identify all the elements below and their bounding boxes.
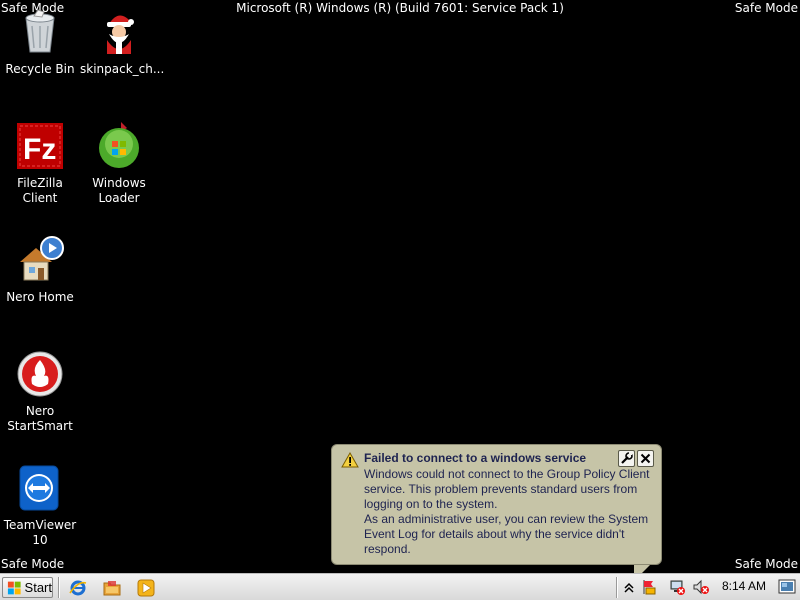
balloon-title: Failed to connect to a windows service (364, 451, 587, 465)
teamviewer-icon (16, 464, 64, 512)
nero-home-icon (16, 236, 64, 284)
media-player-icon[interactable] (137, 579, 155, 597)
taskbar: Start 8:14 AM (0, 573, 800, 600)
warning-icon (341, 451, 359, 468)
volume-muted-icon[interactable] (693, 579, 709, 595)
desktop-icon-label: Recycle Bin (5, 62, 75, 76)
tray-separator (616, 577, 617, 598)
desktop-icon-label: Nero Home (6, 290, 74, 304)
desktop-icon-windows-loader[interactable]: Windows Loader (80, 122, 158, 206)
action-center-icon[interactable] (640, 579, 656, 595)
desktop-icon-skinpack[interactable]: skinpack_ch... (80, 8, 165, 77)
notification-balloon[interactable]: Failed to connect to a windows service W… (331, 444, 662, 583)
internet-explorer-icon[interactable] (69, 579, 87, 597)
start-label: Start (24, 580, 52, 595)
santa-icon (95, 8, 143, 56)
windows-logo-icon (7, 581, 21, 594)
desktop-icon-filezilla[interactable]: Fz FileZilla Client (1, 122, 79, 206)
filezilla-icon: Fz (16, 122, 64, 170)
safe-mode-label-bottom-left: Safe Mode (1, 557, 65, 571)
safe-mode-label-bottom-right: Safe Mode (734, 557, 798, 571)
desktop-icon-label: skinpack_ch... (80, 62, 165, 76)
show-desktop-icon[interactable] (778, 578, 796, 596)
desktop-icon-teamviewer[interactable]: TeamViewer 10 (1, 464, 79, 548)
desktop-icon-label: Windows Loader (92, 176, 146, 205)
desktop-icon-nero-startsmart[interactable]: Nero StartSmart (1, 350, 79, 434)
desktop-icon-nero-home[interactable]: Nero Home (1, 236, 79, 305)
settings-icon (621, 452, 633, 464)
svg-text:Fz: Fz (23, 133, 56, 166)
desktop-icon-label: TeamViewer 10 (3, 518, 77, 547)
file-explorer-icon[interactable] (103, 579, 121, 597)
desktop-icon-label: FileZilla Client (17, 176, 63, 205)
taskbar-clock[interactable]: 8:14 AM (722, 579, 766, 593)
system-tray (616, 574, 800, 600)
balloon-message: Windows could not connect to the Group P… (364, 467, 650, 556)
network-disconnected-icon[interactable] (669, 579, 685, 595)
recycle-bin-icon (16, 8, 64, 56)
close-icon (640, 453, 651, 464)
desktop-icon-recycle-bin[interactable]: Recycle Bin (1, 8, 79, 77)
show-hidden-icons-icon[interactable] (621, 579, 637, 595)
taskbar-separator (58, 577, 59, 598)
windows-loader-icon (95, 122, 143, 170)
start-button[interactable]: Start (2, 577, 53, 598)
balloon-settings-button[interactable] (618, 450, 635, 467)
balloon-close-button[interactable] (637, 450, 654, 467)
nero-startsmart-icon (16, 350, 64, 398)
desktop-icon-label: Nero StartSmart (7, 404, 73, 433)
